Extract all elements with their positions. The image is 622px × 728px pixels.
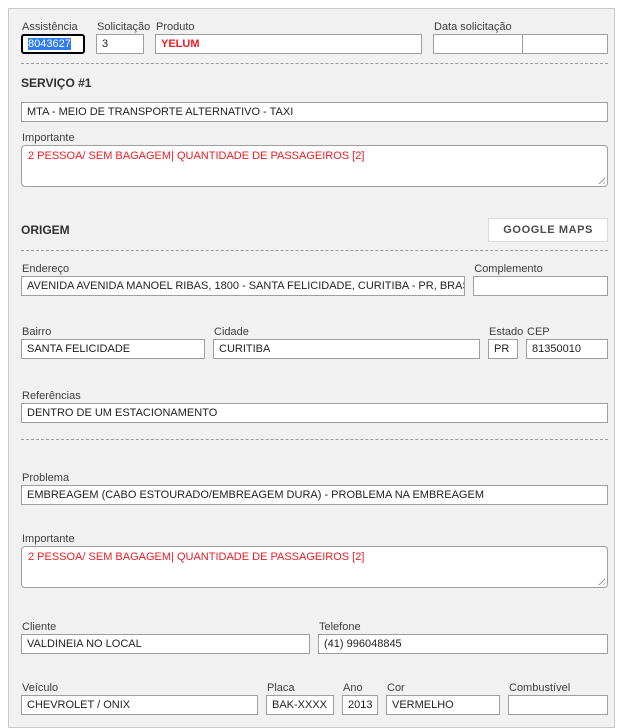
data-solicitacao-field: Data solicitação [433, 21, 608, 54]
cep-input[interactable]: 81350010 [526, 339, 608, 359]
ano-input[interactable]: 2013 [342, 695, 378, 715]
assistencia-field: Assistência 8043627 [21, 21, 85, 54]
google-maps-button[interactable]: GOOGLE MAPS [488, 218, 608, 242]
referencias-input[interactable]: DENTRO DE UM ESTACIONAMENTO [21, 403, 608, 423]
placa-field: Placa BAK-XXXX [266, 682, 334, 715]
solicitacao-input[interactable]: 3 [96, 34, 144, 54]
importante-2-value: 2 PESSOA/ SEM BAGAGEM| QUANTIDADE DE PAS… [28, 551, 364, 563]
data-solicitacao-group [433, 34, 608, 54]
complemento-field: Complemento [473, 263, 608, 296]
veiculo-label: Veículo [22, 682, 258, 694]
service-form-panel: Assistência 8043627 Solicitação 3 Produt… [8, 8, 615, 728]
combustivel-field: Combustível [508, 682, 608, 715]
cep-label: CEP [527, 326, 608, 338]
cor-input[interactable]: VERMELHO [386, 695, 500, 715]
telefone-label: Telefone [319, 621, 608, 633]
divider-3 [21, 439, 608, 440]
divider-1 [21, 63, 608, 64]
servico-input[interactable]: MTA - MEIO DE TRANSPORTE ALTERNATIVO - T… [21, 102, 608, 122]
produto-field: Produto YELUM [155, 21, 422, 54]
telefone-field: Telefone (41) 996048845 [318, 621, 608, 654]
produto-label: Produto [156, 21, 422, 33]
endereco-row: Endereço AVENIDA AVENIDA MANOEL RIBAS, 1… [21, 263, 608, 296]
cep-field: CEP 81350010 [526, 326, 608, 359]
veiculo-row: Veículo CHEVROLET / ONIX Placa BAK-XXXX … [21, 682, 608, 715]
cidade-label: Cidade [214, 326, 480, 338]
combustivel-input[interactable] [508, 695, 608, 715]
cliente-input[interactable]: VALDINEIA NO LOCAL [21, 634, 310, 654]
importante-1-label: Importante [22, 132, 608, 144]
bairro-input[interactable]: SANTA FELICIDADE [21, 339, 205, 359]
importante-2-label: Importante [22, 533, 608, 545]
bairro-row: Bairro SANTA FELICIDADE Cidade CURITIBA … [21, 326, 608, 359]
problema-input[interactable]: EMBREAGEM (CABO ESTOURADO/EMBREAGEM DURA… [21, 485, 608, 505]
cliente-field: Cliente VALDINEIA NO LOCAL [21, 621, 310, 654]
problema-label: Problema [22, 472, 608, 484]
veiculo-input[interactable]: CHEVROLET / ONIX [21, 695, 258, 715]
endereco-label: Endereço [22, 263, 465, 275]
placa-input[interactable]: BAK-XXXX [266, 695, 334, 715]
importante-1-textarea[interactable]: 2 PESSOA/ SEM BAGAGEM| QUANTIDADE DE PAS… [21, 145, 608, 187]
data-solicitacao-input-2[interactable] [522, 34, 608, 54]
produto-input[interactable]: YELUM [155, 34, 422, 54]
importante-2-textarea[interactable]: 2 PESSOA/ SEM BAGAGEM| QUANTIDADE DE PAS… [21, 546, 608, 588]
cidade-field: Cidade CURITIBA [213, 326, 480, 359]
cor-label: Cor [387, 682, 500, 694]
resize-grip-icon[interactable] [596, 576, 605, 585]
assistencia-input[interactable]: 8043627 [21, 34, 85, 54]
endereco-field: Endereço AVENIDA AVENIDA MANOEL RIBAS, 1… [21, 263, 465, 296]
servico-title: SERVIÇO #1 [21, 76, 608, 90]
data-solicitacao-input-1[interactable] [433, 34, 523, 54]
origem-header-row: ORIGEM GOOGLE MAPS [21, 218, 608, 242]
estado-field: Estado PR [488, 326, 518, 359]
placa-label: Placa [267, 682, 334, 694]
cliente-row: Cliente VALDINEIA NO LOCAL Telefone (41)… [21, 621, 608, 654]
cor-field: Cor VERMELHO [386, 682, 500, 715]
cliente-label: Cliente [22, 621, 310, 633]
assistencia-value: 8043627 [28, 38, 71, 50]
importante-1-value: 2 PESSOA/ SEM BAGAGEM| QUANTIDADE DE PAS… [28, 150, 364, 162]
estado-label: Estado [489, 326, 518, 338]
data-solicitacao-label: Data solicitação [434, 21, 608, 33]
estado-input[interactable]: PR [488, 339, 518, 359]
assistencia-label: Assistência [22, 21, 85, 33]
combustivel-label: Combustível [509, 682, 608, 694]
solicitacao-field: Solicitação 3 [96, 21, 144, 54]
origem-title: ORIGEM [21, 223, 70, 237]
cidade-input[interactable]: CURITIBA [213, 339, 480, 359]
referencias-label: Referências [22, 390, 608, 402]
telefone-input[interactable]: (41) 996048845 [318, 634, 608, 654]
endereco-input[interactable]: AVENIDA AVENIDA MANOEL RIBAS, 1800 - SAN… [21, 276, 465, 296]
complemento-label: Complemento [474, 263, 608, 275]
solicitacao-label: Solicitação [97, 21, 144, 33]
ano-field: Ano 2013 [342, 682, 378, 715]
bairro-field: Bairro SANTA FELICIDADE [21, 326, 205, 359]
complemento-input[interactable] [473, 276, 608, 296]
header-row: Assistência 8043627 Solicitação 3 Produt… [21, 21, 608, 54]
divider-2 [21, 250, 608, 251]
veiculo-field: Veículo CHEVROLET / ONIX [21, 682, 258, 715]
ano-label: Ano [343, 682, 378, 694]
resize-grip-icon[interactable] [596, 175, 605, 184]
bairro-label: Bairro [22, 326, 205, 338]
